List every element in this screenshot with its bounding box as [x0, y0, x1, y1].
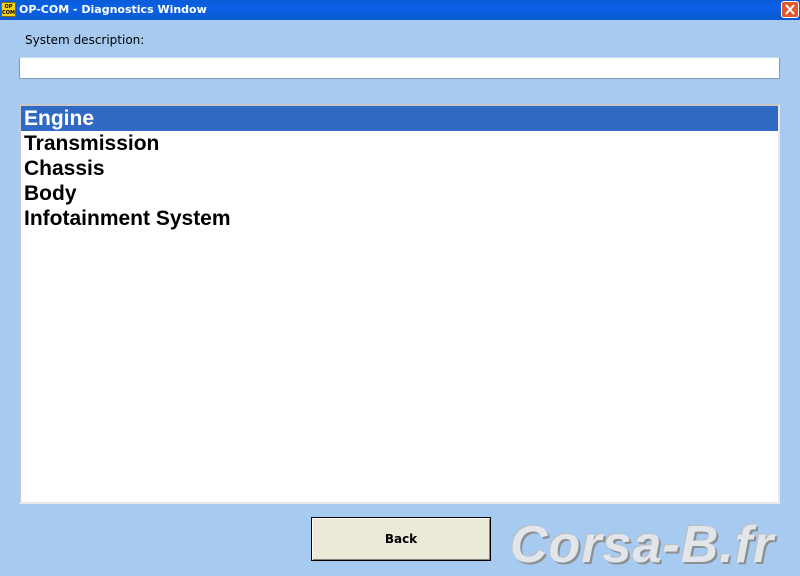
system-description-field[interactable] [19, 57, 780, 79]
list-item-transmission[interactable]: Transmission [21, 131, 778, 156]
list-item-engine[interactable]: Engine [21, 106, 778, 131]
list-item-chassis[interactable]: Chassis [21, 156, 778, 181]
system-description-label: System description: [25, 33, 145, 47]
watermark-logo: Corsa-B.fr [510, 516, 775, 574]
list-item-infotainment-system[interactable]: Infotainment System [21, 206, 778, 231]
window-title: OP-COM - Diagnostics Window [19, 3, 207, 16]
systems-listbox[interactable]: Engine Transmission Chassis Body Infotai… [19, 104, 780, 504]
close-icon [785, 4, 795, 15]
back-button[interactable]: Back [311, 517, 491, 561]
list-item-body[interactable]: Body [21, 181, 778, 206]
close-button[interactable] [781, 1, 799, 18]
title-bar[interactable]: OP COM OP-COM - Diagnostics Window [0, 0, 800, 20]
op-com-app-icon: OP COM [1, 2, 16, 17]
